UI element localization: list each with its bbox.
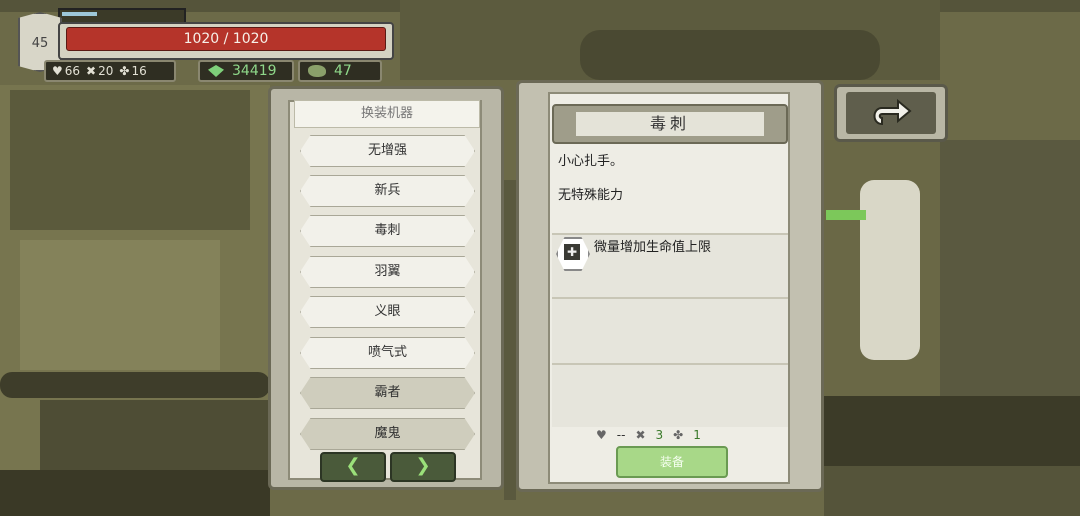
item-stat-heart: -- bbox=[616, 428, 626, 442]
heart-icon: ♥ bbox=[52, 64, 63, 78]
gem-count: 34419 bbox=[232, 63, 277, 79]
stat-clover-value: 16 bbox=[131, 64, 147, 78]
machine-option-stinger[interactable]: 毒刺 bbox=[300, 215, 475, 247]
equip-button[interactable]: 装备 bbox=[616, 446, 728, 478]
hp-bar: 1020 / 1020 bbox=[66, 27, 386, 51]
player-level: 45 bbox=[31, 36, 49, 51]
item-ability: 无特殊能力 bbox=[558, 188, 624, 203]
machine-option-bionic-eye[interactable]: 义眼 bbox=[300, 296, 475, 328]
machine-option-none[interactable]: 无增强 bbox=[300, 135, 475, 167]
item-stat-row: ♥ -- ✖ 3 ✤ 1 bbox=[596, 428, 701, 442]
chevron-right-icon: ❯ bbox=[415, 455, 431, 476]
ore-count: 47 bbox=[334, 63, 352, 79]
item-title: 毒刺 bbox=[576, 112, 764, 136]
heart-icon: ♥ bbox=[596, 428, 607, 442]
stat-heart-value: 66 bbox=[64, 64, 81, 78]
machine-option-recruit[interactable]: 新兵 bbox=[300, 175, 475, 207]
empty-slot-2 bbox=[552, 363, 788, 427]
stat-wrench-value: 20 bbox=[98, 64, 114, 78]
item-stat-wrench: 3 bbox=[655, 428, 664, 442]
stats-box: ♥ 66 ✖ 20 ✤ 16 bbox=[44, 60, 176, 82]
prev-page-button[interactable]: ❮ bbox=[320, 452, 386, 482]
machine-option-wings[interactable]: 羽翼 bbox=[300, 256, 475, 288]
return-arrow-icon bbox=[873, 98, 912, 126]
stat-wrench: ✖ 20 bbox=[86, 64, 113, 78]
machine-list-title: 换装机器 bbox=[294, 100, 480, 128]
perk-text: 微量增加生命值上限 bbox=[594, 240, 712, 255]
item-stat-clover: 1 bbox=[693, 428, 701, 442]
ore-counter: 47 bbox=[298, 60, 382, 82]
empty-slot-1 bbox=[552, 297, 788, 363]
medkit-icon: ✚ bbox=[564, 244, 580, 260]
stat-heart: ♥ 66 bbox=[52, 64, 80, 78]
next-page-button[interactable]: ❯ bbox=[390, 452, 456, 482]
crossed-wrench-icon: ✖ bbox=[86, 64, 97, 78]
gem-icon bbox=[208, 65, 224, 77]
ore-icon bbox=[308, 65, 326, 77]
clover-icon: ✤ bbox=[673, 428, 684, 442]
crossed-wrench-icon: ✖ bbox=[635, 428, 646, 442]
machine-option-overlord[interactable]: 霸者 bbox=[300, 377, 475, 409]
item-description: 小心扎手。 bbox=[558, 154, 624, 169]
machine-option-jet[interactable]: 喷气式 bbox=[300, 337, 475, 369]
gem-counter: 34419 bbox=[198, 60, 294, 82]
machine-option-devil[interactable]: 魔鬼 bbox=[300, 418, 475, 450]
xp-bar-fill bbox=[62, 12, 97, 16]
chevron-left-icon: ❮ bbox=[345, 455, 361, 476]
clover-icon: ✤ bbox=[119, 64, 130, 78]
stat-clover: ✤ 16 bbox=[119, 64, 146, 78]
